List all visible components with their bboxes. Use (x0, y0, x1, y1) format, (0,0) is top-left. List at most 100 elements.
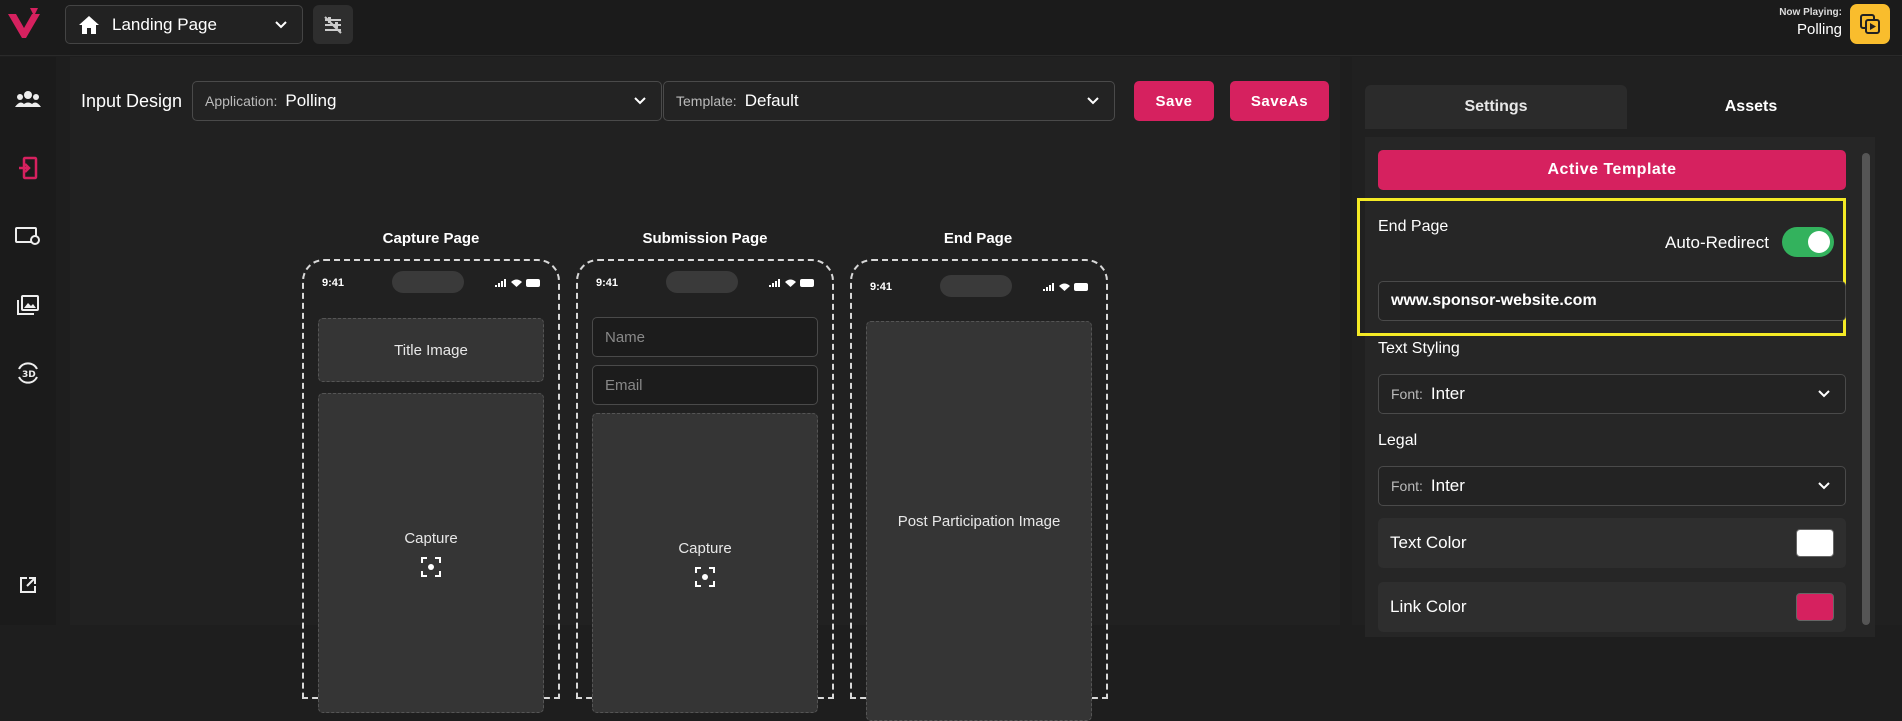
status-icons (495, 279, 542, 287)
template-select-value: Default (744, 91, 799, 110)
battery-icon (800, 279, 814, 287)
svg-text:3D: 3D (22, 370, 36, 380)
photo-library-icon (17, 295, 39, 315)
signal-icon (1043, 283, 1054, 291)
text-styling-label: Text Styling (1378, 340, 1460, 357)
phone-notch (940, 275, 1012, 297)
phone-notch (666, 271, 738, 293)
text-styling-font-select[interactable]: Font: Inter (1378, 374, 1846, 414)
wifi-icon (511, 279, 522, 287)
now-playing-value: Polling (1796, 21, 1842, 38)
sidebar-item-users[interactable] (12, 83, 44, 115)
page-title: Input Design (81, 91, 183, 111)
now-playing-label: Now Playing: (1779, 7, 1842, 18)
app-logo-icon[interactable] (6, 8, 42, 40)
redirect-url-input[interactable]: www.sponsor-website.com (1378, 281, 1846, 321)
font-value: Inter (1430, 384, 1465, 403)
tab-settings[interactable]: Settings (1365, 85, 1627, 129)
email-field-preview[interactable]: Email (592, 365, 818, 405)
sidebar-item-3d[interactable]: 3D (12, 357, 44, 389)
layout-tool-button[interactable] (313, 5, 353, 44)
status-time: 9:41 (596, 277, 619, 289)
font-prefix: Font: (1391, 386, 1423, 402)
text-color-label: Text Color (1390, 533, 1467, 552)
playlist-play-icon (1860, 14, 1880, 34)
sidebar-item-screen-settings[interactable] (12, 220, 44, 252)
name-field-preview[interactable]: Name (592, 317, 818, 357)
template-select-prefix: Template: (676, 93, 737, 109)
sidebar-item-input-design[interactable] (12, 152, 44, 184)
now-playing-button[interactable] (1850, 4, 1890, 44)
chevron-down-icon (1818, 482, 1830, 490)
phone-notch (392, 271, 464, 293)
capture-page-preview[interactable]: 9:41 Title Image Capture (302, 259, 560, 713)
status-time: 9:41 (870, 281, 893, 293)
save-button[interactable]: Save (1134, 81, 1214, 121)
capture-label: Capture (678, 539, 732, 557)
link-color-swatch[interactable] (1796, 593, 1834, 621)
link-color-label: Link Color (1390, 597, 1467, 616)
design-canvas: Input Design Application: Polling Templa… (70, 57, 1340, 721)
3d-rotation-icon: 3D (18, 362, 38, 384)
capture-slot[interactable]: Capture (318, 393, 544, 713)
capture-page-title: Capture Page (382, 230, 480, 247)
capture-slot[interactable]: Capture (592, 413, 818, 713)
sliders-off-icon (324, 15, 342, 34)
top-bar: Landing Page Now Playing: Polling (0, 0, 1902, 56)
sidebar-item-media[interactable] (12, 289, 44, 321)
settings-panel: Settings Assets Active Template End Page… (1352, 57, 1902, 637)
page-selector[interactable]: Landing Page (65, 5, 303, 44)
panel-scrollbar[interactable] (1862, 153, 1870, 625)
login-icon (19, 156, 38, 180)
font-prefix: Font: (1391, 478, 1423, 494)
users-icon (15, 91, 41, 107)
title-image-slot[interactable]: Title Image (318, 318, 544, 382)
submission-page-preview[interactable]: 9:41 Name Email Capture (576, 259, 834, 713)
signal-icon (495, 279, 506, 287)
end-page-preview[interactable]: 9:41 Post Participation Image (850, 259, 1108, 721)
chevron-down-icon (634, 97, 646, 105)
wifi-icon (785, 279, 796, 287)
panel-tabs: Settings Assets (1365, 85, 1875, 129)
home-icon (79, 15, 99, 34)
text-color-row: Text Color (1378, 518, 1846, 568)
end-page-title: End Page (943, 230, 1013, 247)
auto-redirect-toggle[interactable] (1782, 227, 1834, 257)
battery-icon (1074, 283, 1088, 291)
post-participation-label: Post Participation Image (897, 512, 1061, 530)
template-select[interactable]: Template: Default (663, 81, 1115, 121)
title-image-label: Title Image (394, 341, 468, 359)
end-page-label: End Page (1378, 218, 1449, 235)
sidebar: 3D (0, 57, 56, 625)
sidebar-item-open-external[interactable] (12, 569, 44, 601)
tab-assets[interactable]: Assets (1627, 85, 1875, 129)
chevron-down-icon (1087, 97, 1099, 105)
application-select[interactable]: Application: Polling (192, 81, 662, 121)
legal-label: Legal (1378, 432, 1418, 449)
save-as-button[interactable]: SaveAs (1230, 81, 1329, 121)
open-external-icon (20, 577, 36, 593)
post-participation-slot[interactable]: Post Participation Image (866, 321, 1092, 721)
status-icons (1043, 283, 1090, 291)
status-time: 9:41 (322, 277, 345, 289)
status-icons (769, 279, 816, 287)
now-playing: Now Playing: Polling (1779, 7, 1842, 38)
toggle-knob (1808, 231, 1830, 253)
legal-font-select[interactable]: Font: Inter (1378, 466, 1846, 506)
font-value: Inter (1430, 476, 1465, 495)
focus-icon (421, 556, 441, 577)
chevron-down-icon (1818, 390, 1830, 398)
focus-icon (695, 566, 715, 587)
active-template-button[interactable]: Active Template (1378, 150, 1846, 190)
text-color-swatch[interactable] (1796, 529, 1834, 557)
monitor-gear-icon (15, 227, 40, 245)
signal-icon (769, 279, 780, 287)
submission-page-title: Submission Page (642, 230, 768, 247)
capture-label: Capture (404, 529, 458, 547)
battery-icon (526, 279, 540, 287)
page-selector-label: Landing Page (112, 14, 217, 34)
chevron-down-icon (275, 21, 287, 29)
application-select-prefix: Application: (205, 93, 278, 109)
wifi-icon (1059, 283, 1070, 291)
auto-redirect-label: Auto-Redirect (1665, 233, 1769, 252)
